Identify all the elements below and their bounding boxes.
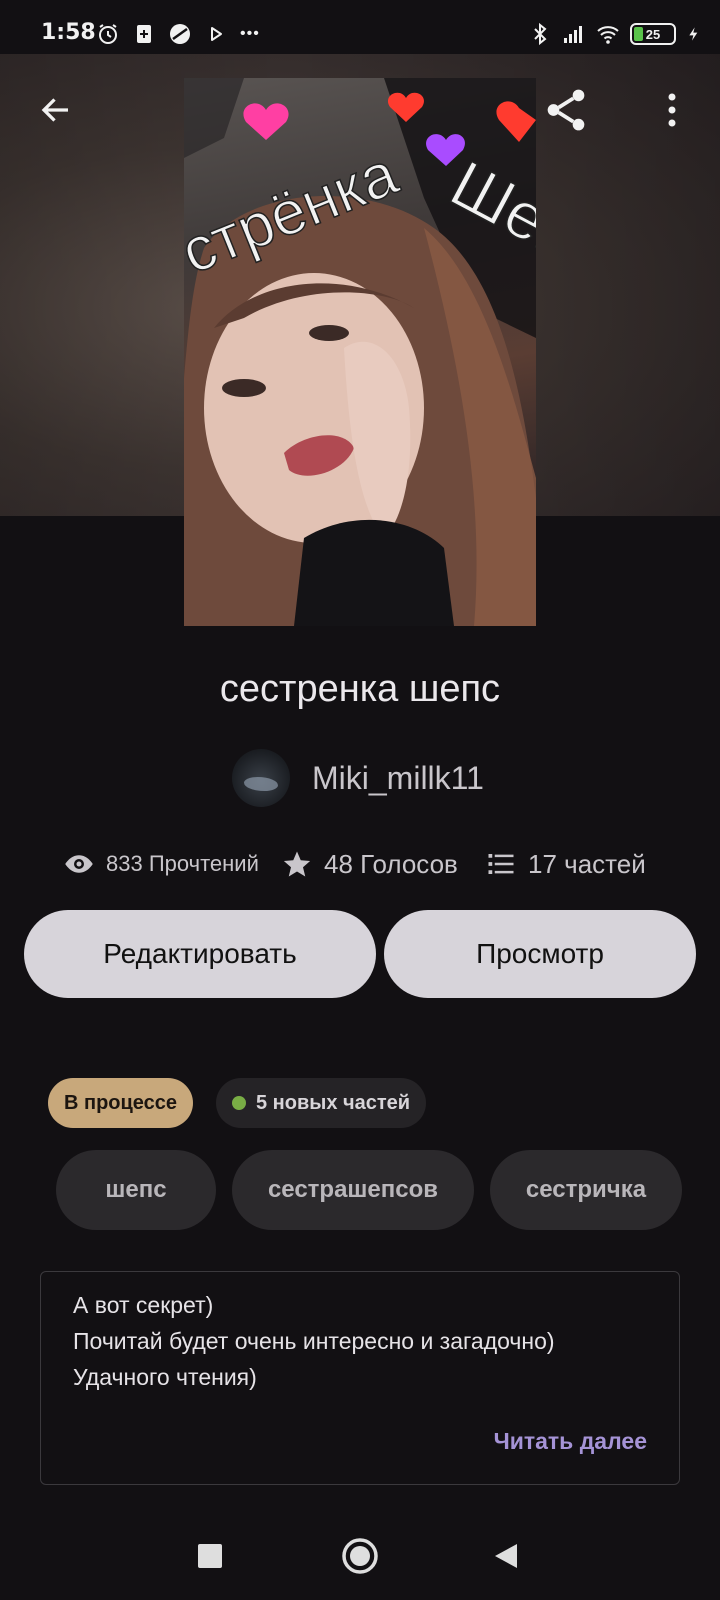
back-triangle-icon xyxy=(495,1544,517,1568)
story-stats: 833 Прочтений 48 Голосов 17 частей xyxy=(64,844,684,884)
reads-count: 833 Прочтений xyxy=(106,851,259,876)
status-time: 1:58 xyxy=(41,20,96,45)
description-line: Удачного чтения) xyxy=(73,1364,257,1390)
signal-icon xyxy=(564,26,582,43)
system-navigation-bar xyxy=(0,1510,720,1600)
share-button[interactable] xyxy=(540,84,592,136)
play-store-icon xyxy=(211,27,222,41)
alarm-icon xyxy=(99,24,117,44)
more-notifications-icon: ••• xyxy=(240,25,260,42)
eye-icon xyxy=(65,855,93,873)
tag-chip[interactable]: шепс xyxy=(56,1150,216,1230)
recent-apps-icon xyxy=(198,1544,222,1568)
preview-button[interactable]: Просмотр xyxy=(384,910,696,998)
list-icon xyxy=(488,854,514,874)
description-line: Почитай будет очень интересно и загадочн… xyxy=(73,1328,555,1354)
parts-count[interactable]: 17 частей xyxy=(528,849,646,880)
bluetooth-icon xyxy=(534,22,547,46)
charging-icon xyxy=(689,27,698,41)
author-name[interactable]: Miki_millk11 xyxy=(312,760,484,797)
author-link[interactable]: Miki_millk11 xyxy=(232,748,484,808)
sim-card-icon xyxy=(137,25,151,43)
description-box: А вот секрет) Почитай будет очень интере… xyxy=(40,1271,680,1485)
battery-icon: 25 xyxy=(630,23,676,45)
star-icon xyxy=(283,851,311,877)
new-parts-label: 5 новых частей xyxy=(256,1091,411,1114)
tag-chip[interactable]: сестричка xyxy=(490,1150,682,1230)
more-vertical-icon xyxy=(668,93,676,127)
reads-stat: 833 Прочтений xyxy=(64,849,282,879)
story-cover-image: стрёнка Шеп xyxy=(184,78,536,626)
back-arrow-icon xyxy=(41,98,68,122)
tag-chip[interactable]: сестрашепсов xyxy=(232,1150,474,1230)
home-button[interactable] xyxy=(336,1532,384,1580)
status-notification-icons: ••• xyxy=(96,18,260,50)
system-back-button[interactable] xyxy=(482,1532,530,1580)
story-title: сестренка шепс xyxy=(219,668,501,710)
status-badge: В процессе xyxy=(48,1078,194,1128)
parts-stat[interactable]: 17 частей xyxy=(486,849,646,880)
share-icon xyxy=(547,89,585,131)
status-system-icons: 25 xyxy=(528,18,702,50)
recent-apps-button[interactable] xyxy=(186,1532,234,1580)
votes-count: 48 Голосов xyxy=(324,848,458,879)
battery-level: 25 xyxy=(645,26,661,42)
description-line: А вот секрет) xyxy=(73,1292,214,1318)
wifi-icon xyxy=(597,26,619,44)
cover-illustration: стрёнка Шеп xyxy=(184,78,536,626)
new-indicator-dot-icon xyxy=(232,1096,246,1110)
vpn-icon xyxy=(170,24,190,44)
edit-button[interactable]: Редактировать xyxy=(24,910,376,998)
new-parts-badge: 5 новых частей xyxy=(216,1078,427,1128)
more-options-button[interactable] xyxy=(652,88,692,132)
read-more-link[interactable]: Читать далее xyxy=(494,1428,647,1455)
votes-stat: 48 Голосов xyxy=(282,849,486,880)
author-avatar[interactable] xyxy=(232,749,290,807)
back-button[interactable] xyxy=(34,88,78,132)
home-icon xyxy=(342,1538,378,1574)
